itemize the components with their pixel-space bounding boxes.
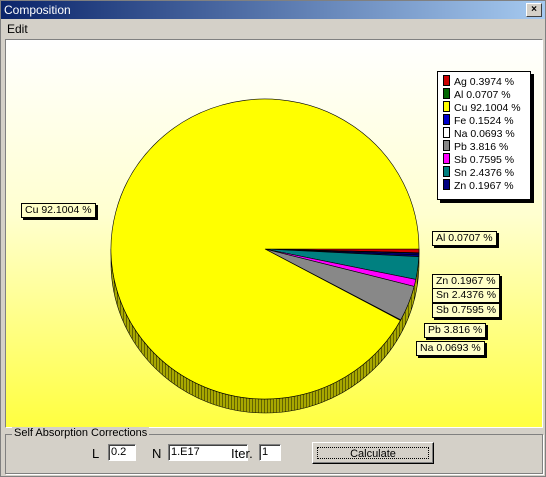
iter-label: Iter. xyxy=(231,446,253,461)
legend-label: Na 0.0693 % xyxy=(454,128,515,140)
n-label: N xyxy=(152,446,162,461)
l-label: L xyxy=(92,446,100,461)
legend-item-ag: Ag 0.3974 % xyxy=(443,75,514,88)
slice-label-sb: Sb 0.7595 % xyxy=(432,303,501,318)
legend-swatch xyxy=(443,88,450,99)
legend-label: Al 0.0707 % xyxy=(454,89,511,101)
legend-label: Ag 0.3974 % xyxy=(454,76,515,88)
slice-label-na: Na 0.0693 % xyxy=(416,341,485,356)
legend-swatch xyxy=(443,153,450,164)
calculate-button[interactable]: Calculate xyxy=(312,442,434,464)
legend-item-pb: Pb 3.816 % xyxy=(443,140,508,153)
focus-ring xyxy=(317,447,429,459)
legend-item-sb: Sb 0.7595 % xyxy=(443,153,514,166)
legend-item-al: Al 0.0707 % xyxy=(443,88,511,101)
legend-swatch xyxy=(443,179,450,190)
l-input[interactable] xyxy=(108,444,136,461)
legend-label: Sb 0.7595 % xyxy=(454,154,515,166)
title-bar: Composition × xyxy=(1,1,545,19)
legend-label: Cu 92.1004 % xyxy=(454,102,521,114)
legend-swatch xyxy=(443,166,450,177)
legend-label: Zn 0.1967 % xyxy=(454,180,514,192)
legend-swatch xyxy=(443,140,450,151)
legend-label: Pb 3.816 % xyxy=(454,141,509,153)
group-title: Self Absorption Corrections xyxy=(12,427,150,439)
legend-item-sn: Sn 2.4376 % xyxy=(443,166,514,179)
slice-label-zn: Zn 0.1967 % xyxy=(432,274,500,289)
chart-legend: Ag 0.3974 % Al 0.0707 % Cu 92.1004 % Fe … xyxy=(437,71,531,200)
menu-edit[interactable]: Edit xyxy=(7,22,28,36)
window-title: Composition xyxy=(4,3,71,17)
slice-label-pb: Pb 3.816 % xyxy=(424,323,487,338)
legend-label: Fe 0.1524 % xyxy=(454,115,514,127)
legend-swatch xyxy=(443,101,450,112)
slice-label-sn: Sn 2.4376 % xyxy=(432,288,501,303)
self-absorption-group: Self Absorption Corrections L N Iter. Ca… xyxy=(5,427,543,474)
close-button[interactable]: × xyxy=(526,3,542,17)
pie-slice-cu xyxy=(110,98,420,400)
legend-item-zn: Zn 0.1967 % xyxy=(443,179,514,192)
legend-swatch xyxy=(443,127,450,138)
iter-input[interactable] xyxy=(259,444,281,461)
legend-label: Sn 2.4376 % xyxy=(454,167,515,179)
legend-item-na: Na 0.0693 % xyxy=(443,127,515,140)
menu-bar: Edit xyxy=(1,20,545,38)
composition-window: Composition × Edit Ag 0.3974 % Al 0.0707… xyxy=(0,0,546,477)
legend-swatch xyxy=(443,114,450,125)
slice-label-cu: Cu 92.1004 % xyxy=(21,203,96,218)
slice-label-al: Al 0.0707 % xyxy=(432,231,497,246)
legend-item-cu: Cu 92.1004 % xyxy=(443,101,521,114)
legend-item-fe: Fe 0.1524 % xyxy=(443,114,514,127)
legend-swatch xyxy=(443,75,450,86)
pie-chart: Ag 0.3974 % Al 0.0707 % Cu 92.1004 % Fe … xyxy=(5,39,543,428)
